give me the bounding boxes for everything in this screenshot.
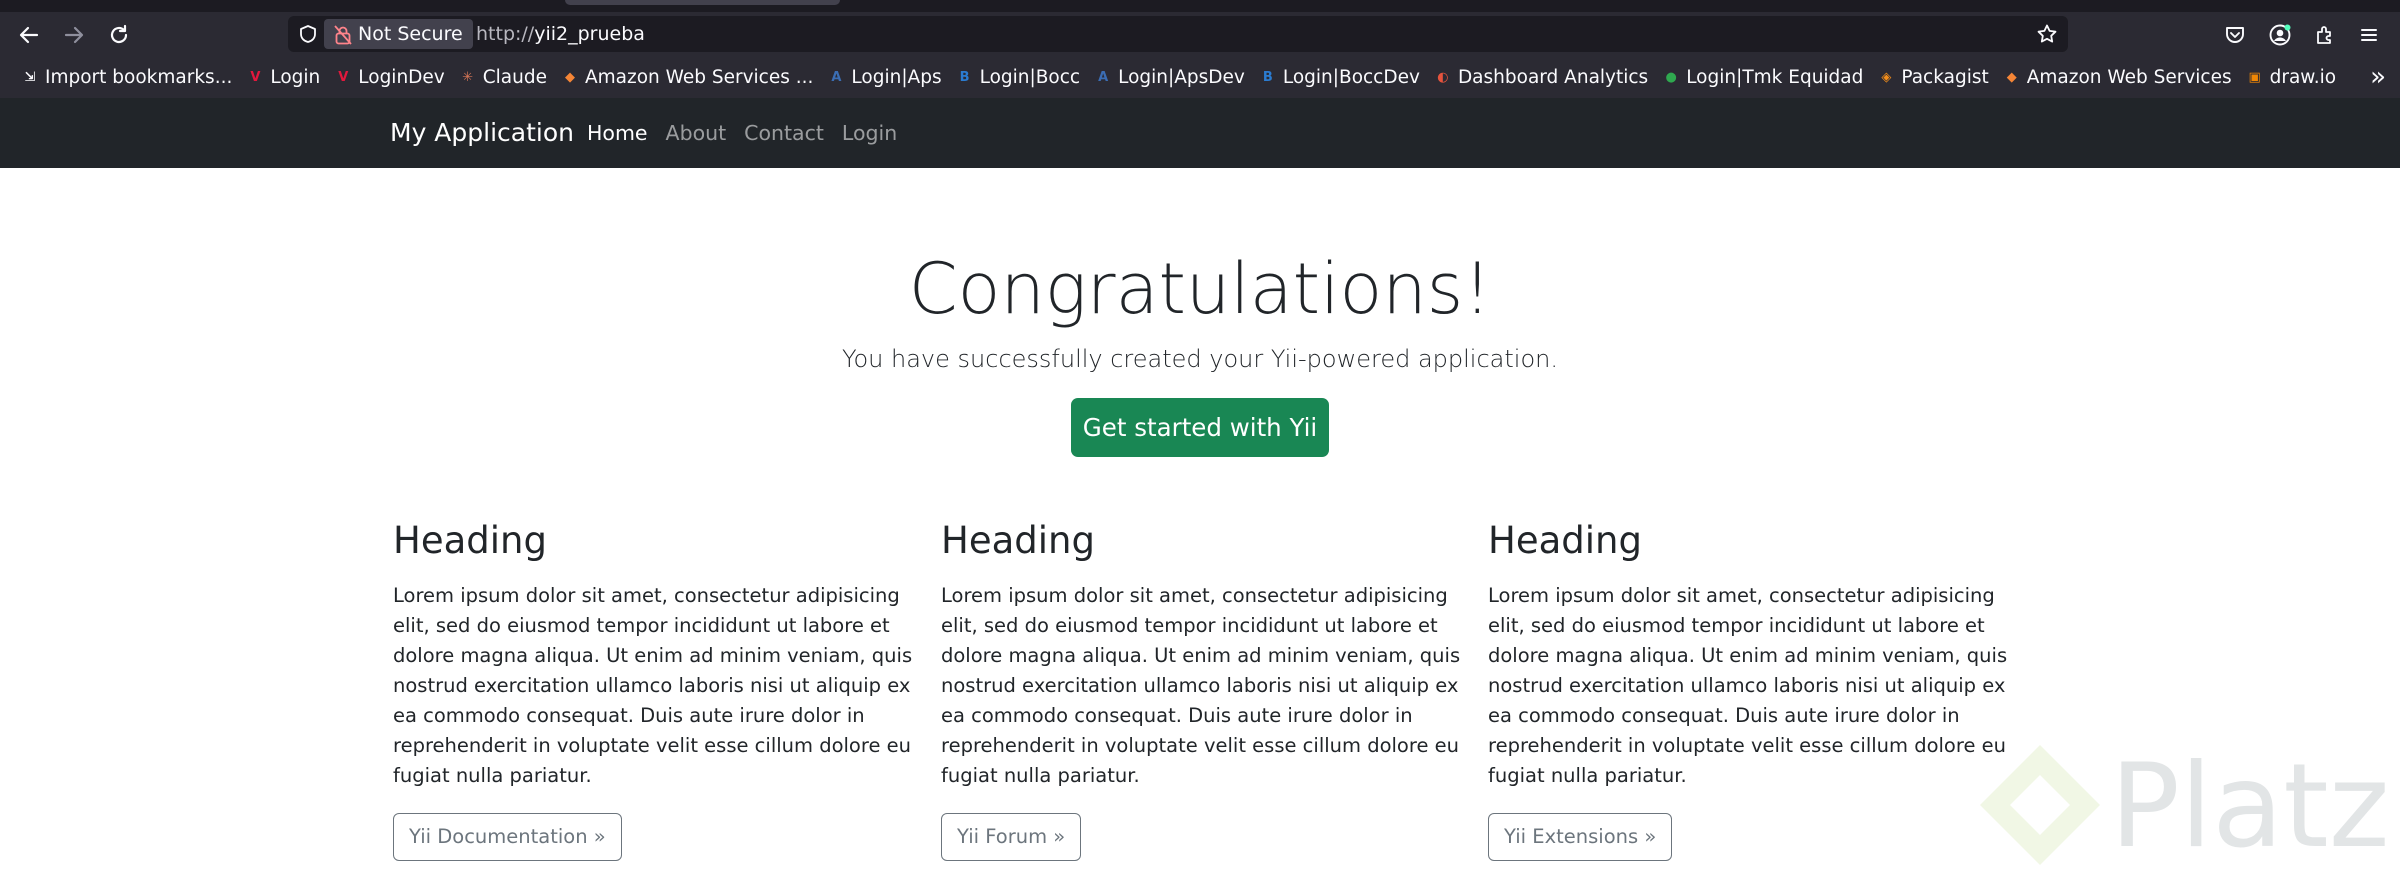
column-text: Lorem ipsum dolor sit amet, consectetur …	[941, 584, 1461, 787]
bookmark-item[interactable]: A Login|Aps	[820, 63, 948, 93]
app-menu-button[interactable]	[2354, 20, 2384, 50]
extensions-button[interactable]	[2310, 20, 2340, 50]
globe-icon: ●	[1665, 70, 1677, 85]
bookmark-item[interactable]: A Login|ApsDev	[1087, 63, 1252, 93]
url-bar[interactable]: Not Secure http://yii2_prueba	[288, 16, 2068, 52]
jumbotron-title: Congratulations!	[908, 248, 1492, 330]
nav-login[interactable]: Login	[833, 121, 906, 145]
bocc-icon: B	[1262, 70, 1273, 85]
browser-toolbar: Not Secure http://yii2_prueba	[0, 12, 2400, 57]
yii-extensions-button[interactable]: Yii Extensions »	[1488, 813, 1673, 861]
column-text: Lorem ipsum dolor sit amet, consectetur …	[393, 584, 913, 787]
bookmark-item[interactable]: V LoginDev	[327, 63, 451, 93]
back-button[interactable]	[14, 20, 44, 50]
bookmark-label: Login|Bocc	[979, 67, 1081, 88]
watermark-text: Platzi	[2110, 739, 2400, 874]
aps-icon: A	[831, 70, 842, 85]
bookmark-item[interactable]: B Login|BoccDev	[1252, 63, 1427, 93]
pocket-button[interactable]	[2220, 20, 2250, 50]
bookmark-label: draw.io	[2269, 67, 2337, 88]
bookmark-item[interactable]: ⇲ Import bookmarks...	[14, 63, 239, 93]
tracking-protection-shield-icon[interactable]	[298, 24, 318, 48]
yii-documentation-button[interactable]: Yii Documentation »	[393, 813, 622, 861]
brand-link[interactable]: My Application	[390, 98, 574, 168]
bookmark-label: Login|Tmk Equidad	[1686, 67, 1864, 88]
column-heading: Heading	[941, 519, 1095, 562]
bookmark-item[interactable]: V Login	[239, 63, 327, 93]
bookmarks-toolbar: ⇲ Import bookmarks... V Login V LoginDev ✳ Clau…	[0, 57, 2400, 98]
forward-arrow-icon	[64, 26, 84, 44]
bookmark-item[interactable]: ✳ Claude	[452, 63, 554, 93]
account-button[interactable]	[2265, 20, 2295, 50]
platzi-logo-icon	[1980, 745, 2100, 865]
url-host: yii2_prueba	[534, 23, 645, 45]
bookmark-label: Amazon Web Services	[2026, 67, 2232, 88]
site-navbar: My Application Home About Contact Login	[0, 98, 2400, 168]
bookmark-item[interactable]: ◈ Packagist	[1870, 63, 1995, 93]
pocket-icon	[2226, 27, 2244, 43]
reload-icon	[110, 24, 128, 44]
bookmark-label: Login|BoccDev	[1282, 67, 1420, 88]
content-column: Heading Lorem ipsum dolor sit amet, cons…	[1488, 513, 2018, 861]
column-heading: Heading	[393, 519, 547, 562]
get-started-button[interactable]: Get started with Yii	[1071, 398, 1329, 457]
aps-icon: A	[1098, 70, 1109, 85]
bookmark-label: Claude	[482, 67, 547, 88]
hamburger-menu-icon	[2361, 29, 2377, 41]
reload-button[interactable]	[104, 20, 134, 50]
bookmark-label: Dashboard Analytics	[1457, 67, 1649, 88]
packagist-icon: ◈	[1881, 70, 1892, 85]
content-column: Heading Lorem ipsum dolor sit amet, cons…	[393, 513, 923, 861]
content-column: Heading Lorem ipsum dolor sit amet, cons…	[941, 513, 1471, 861]
aws-cube-icon: ◆	[565, 70, 575, 85]
column-text: Lorem ipsum dolor sit amet, consectetur …	[1488, 584, 2008, 787]
bocc-icon: B	[959, 70, 970, 85]
jumbotron-lead: You have successfully created your Yii-p…	[842, 345, 1558, 373]
bookmark-item[interactable]: ▣ draw.io	[2239, 63, 2343, 93]
v-logo-icon: V	[338, 70, 349, 85]
bookmark-item[interactable]: ◐ Dashboard Analytics	[1427, 63, 1655, 93]
extensions-icon	[2317, 26, 2331, 44]
column-heading: Heading	[1488, 519, 1642, 562]
account-icon	[2269, 24, 2291, 46]
bookmark-label: Login|Aps	[851, 67, 942, 88]
site-nav-links: Home About Contact Login	[578, 98, 906, 168]
bookmark-label: Packagist	[1901, 67, 1989, 88]
aws-cube-icon: ◆	[2006, 70, 2017, 85]
url-text[interactable]: http://yii2_prueba	[476, 16, 645, 52]
tab-strip	[0, 0, 2400, 12]
bookmark-label: LoginDev	[358, 67, 445, 88]
back-arrow-icon	[19, 26, 39, 44]
bookmark-star-icon[interactable]	[2036, 23, 2058, 49]
forward-button[interactable]	[59, 20, 89, 50]
drawio-icon: ▣	[2248, 70, 2261, 85]
bookmark-label: Amazon Web Services ...	[585, 67, 814, 88]
bookmark-label: Import bookmarks...	[45, 67, 233, 88]
yii-forum-button[interactable]: Yii Forum »	[941, 813, 1082, 861]
bookmark-item[interactable]: ◆ Amazon Web Services ...	[554, 63, 820, 93]
active-tab[interactable]	[565, 0, 840, 5]
chevron-double-right-icon[interactable]: »	[2370, 62, 2386, 92]
nav-contact[interactable]: Contact	[735, 121, 833, 145]
v-logo-icon: V	[250, 70, 261, 85]
insecure-lock-icon	[334, 24, 352, 54]
nav-about[interactable]: About	[657, 121, 736, 145]
bookmark-label: Login|ApsDev	[1118, 67, 1245, 88]
url-scheme: http://	[476, 23, 535, 45]
import-icon: ⇲	[24, 70, 36, 85]
bookmark-item[interactable]: B Login|Bocc	[949, 63, 1088, 93]
bookmark-item[interactable]: ● Login|Tmk Equidad	[1655, 63, 1870, 93]
security-indicator[interactable]: Not Secure	[324, 19, 473, 49]
bookmark-item[interactable]: ◆ Amazon Web Services	[1996, 63, 2239, 93]
analytics-icon: ◐	[1437, 70, 1449, 85]
nav-home[interactable]: Home	[578, 121, 657, 145]
security-label: Not Secure	[358, 23, 463, 45]
claude-star-icon: ✳	[462, 70, 474, 85]
bookmark-label: Login	[270, 67, 321, 88]
